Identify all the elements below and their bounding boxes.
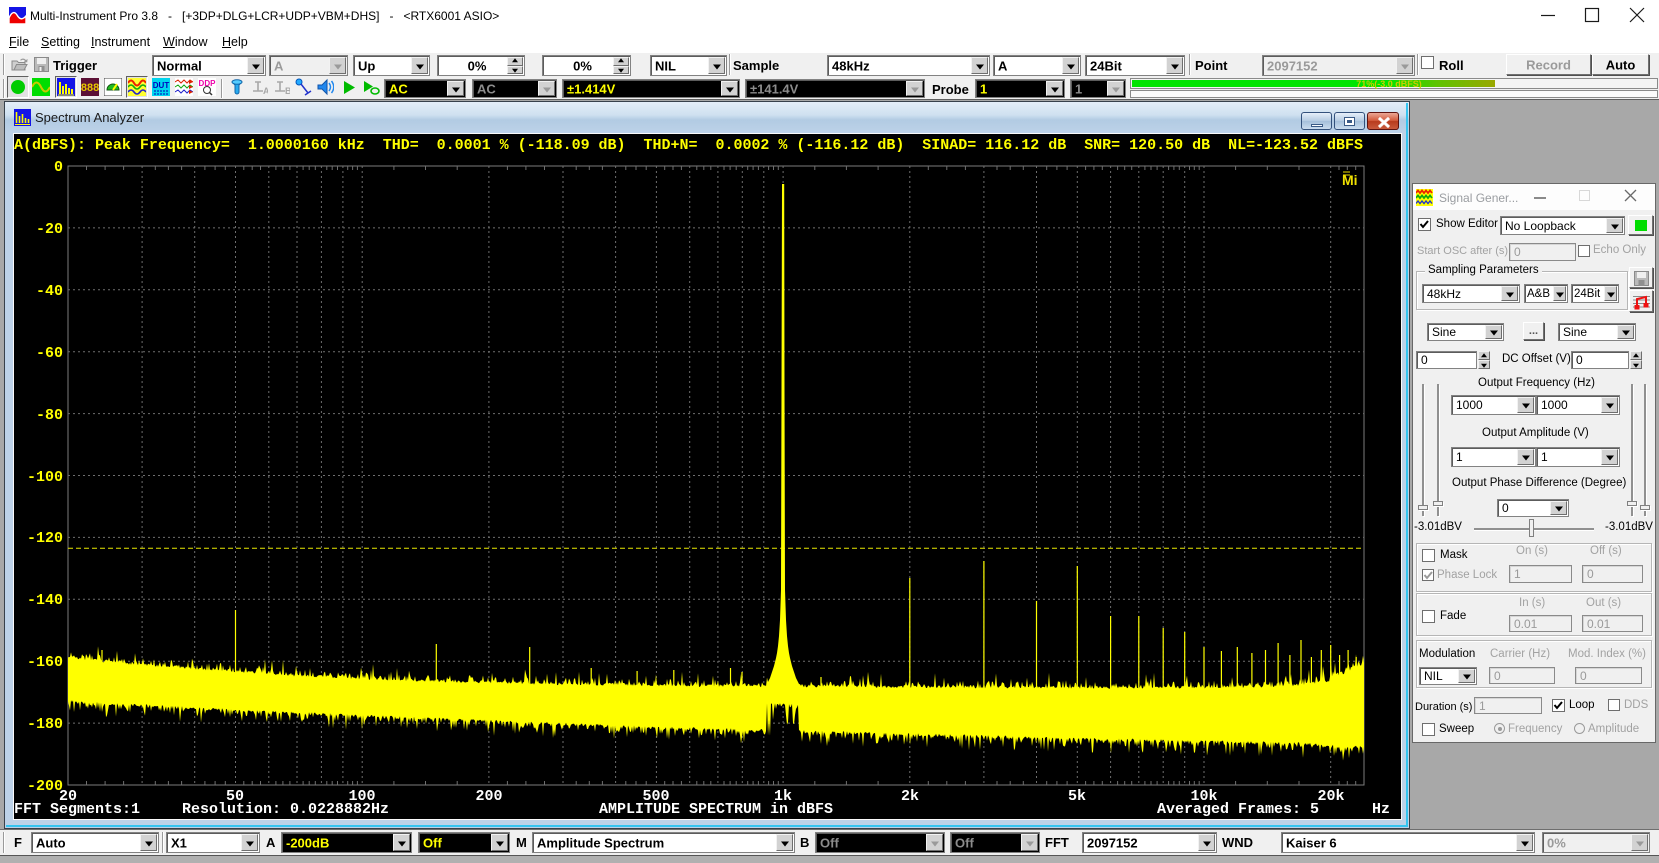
svg-text:200: 200 bbox=[475, 788, 502, 805]
svg-text:AMPLITUDE SPECTRUM in dBFS: AMPLITUDE SPECTRUM in dBFS bbox=[599, 801, 833, 818]
svg-text:5k: 5k bbox=[1068, 788, 1086, 805]
svg-text:Hz: Hz bbox=[1372, 801, 1390, 818]
svg-text:DUT: DUT bbox=[153, 81, 170, 90]
svg-text:FFT Segments:1: FFT Segments:1 bbox=[14, 801, 140, 818]
svg-text:-200: -200 bbox=[27, 778, 63, 795]
svg-text:2k: 2k bbox=[901, 788, 919, 805]
svg-text:Averaged Frames: 5: Averaged Frames: 5 bbox=[1157, 801, 1319, 818]
svg-text:20k: 20k bbox=[1317, 788, 1344, 805]
svg-text:-80: -80 bbox=[36, 407, 63, 424]
svg-text:Mi: Mi bbox=[1342, 172, 1358, 188]
svg-text:0: 0 bbox=[54, 159, 63, 176]
svg-text:888: 888 bbox=[81, 82, 99, 94]
svg-text:-40: -40 bbox=[36, 283, 63, 300]
svg-text:A(dBFS): Peak Frequency= 1.00: A(dBFS): Peak Frequency= 1.0000160 kHz T… bbox=[14, 137, 1363, 154]
svg-text:-120: -120 bbox=[27, 530, 63, 547]
svg-text:Resolution: 0.0228882Hz: Resolution: 0.0228882Hz bbox=[182, 801, 389, 818]
svg-text:-100: -100 bbox=[27, 469, 63, 486]
svg-text:B: B bbox=[285, 86, 290, 96]
svg-text:-20: -20 bbox=[36, 221, 63, 238]
svg-text:-140: -140 bbox=[27, 592, 63, 609]
svg-text:A: A bbox=[263, 86, 268, 96]
svg-text:-180: -180 bbox=[27, 716, 63, 733]
svg-text:-160: -160 bbox=[27, 654, 63, 671]
svg-text:-60: -60 bbox=[36, 345, 63, 362]
